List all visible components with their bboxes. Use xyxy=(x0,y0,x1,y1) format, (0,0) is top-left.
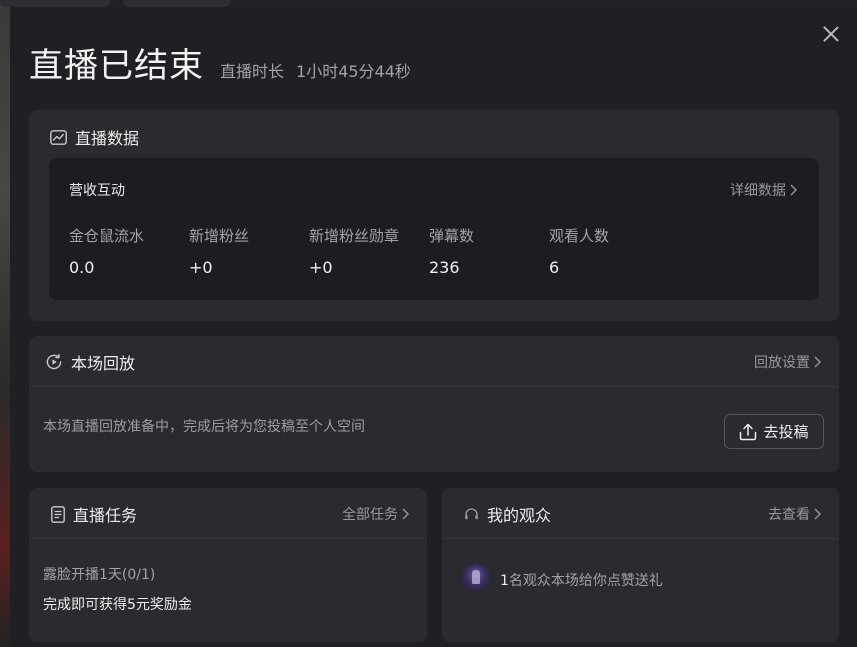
document-icon xyxy=(51,505,65,523)
stat-viewers: 观看人数 6 xyxy=(549,225,609,277)
live-ended-modal: 直播已结束 直播时长 1小时45分44秒 直播数据 营收互动 详细数据 金仓鼠流… xyxy=(10,8,857,647)
view-audience-link[interactable]: 去查看 xyxy=(768,504,821,524)
task-name: 露脸开播1天(0/1) xyxy=(43,567,156,583)
revenue-section-title: 营收互动 xyxy=(69,183,125,199)
replay-icon xyxy=(46,353,62,370)
stat-danmaku: 弹幕数 236 xyxy=(429,225,474,277)
live-data-card: 直播数据 营收互动 详细数据 金仓鼠流水 0.0 新增粉丝 +0 新增粉丝勋章 … xyxy=(29,110,839,321)
page-title: 直播已结束 xyxy=(29,46,204,86)
upload-button-label: 去投稿 xyxy=(763,423,809,441)
stat-value: 236 xyxy=(429,258,460,277)
audience-count: 1 xyxy=(500,573,509,589)
stat-label: 新增粉丝 xyxy=(189,227,250,245)
divider xyxy=(442,538,839,539)
stat-value: 6 xyxy=(549,258,560,277)
audience-title: 我的观众 xyxy=(464,502,551,526)
stat-value: 0.0 xyxy=(69,258,95,277)
stat-value: +0 xyxy=(309,258,333,277)
stat-value: +0 xyxy=(189,258,213,277)
replay-title: 本场回放 xyxy=(45,350,135,374)
chevron-right-icon xyxy=(402,508,409,520)
audience-summary-text: 名观众本场给你点赞送礼 xyxy=(508,573,663,589)
replay-settings-label: 回放设置 xyxy=(754,355,810,371)
detail-data-link[interactable]: 详细数据 xyxy=(730,180,797,200)
task-reward: 完成即可获得5元奖励金 xyxy=(43,597,192,613)
audience-card: 我的观众 去查看 1名观众本场给你点赞送礼 xyxy=(442,488,839,642)
modal-header: 直播已结束 直播时长 1小时45分44秒 xyxy=(29,38,411,87)
background-video-edge xyxy=(0,0,10,647)
revenue-panel: 营收互动 详细数据 金仓鼠流水 0.0 新增粉丝 +0 新增粉丝勋章 +0 弹幕… xyxy=(49,158,819,300)
upload-button[interactable]: 去投稿 xyxy=(724,414,824,449)
stat-label: 观看人数 xyxy=(549,227,610,245)
close-icon[interactable] xyxy=(820,23,842,45)
tasks-card: 直播任务 全部任务 露脸开播1天(0/1) 完成即可获得5元奖励金 xyxy=(29,488,427,642)
stat-label: 新增粉丝勋章 xyxy=(309,227,400,245)
chart-icon xyxy=(50,129,67,145)
audience-summary: 1名观众本场给你点赞送礼 xyxy=(500,570,663,590)
replay-settings-link[interactable]: 回放设置 xyxy=(754,352,821,372)
audience-title-text: 我的观众 xyxy=(487,506,552,525)
stat-new-fan-medals: 新增粉丝勋章 +0 xyxy=(309,225,399,277)
background-tab xyxy=(123,0,231,7)
detail-data-label: 详细数据 xyxy=(730,183,786,199)
live-data-title-text: 直播数据 xyxy=(75,129,140,148)
upload-icon xyxy=(740,423,757,440)
duration-label: 直播时长 xyxy=(220,62,285,81)
stat-new-fans: 新增粉丝 +0 xyxy=(189,225,249,277)
tasks-title: 直播任务 xyxy=(51,502,137,526)
background-tab xyxy=(0,0,110,7)
replay-card: 本场回放 回放设置 本场直播回放准备中，完成后将为您投稿至个人空间 去投稿 xyxy=(29,336,839,472)
replay-description: 本场直播回放准备中，完成后将为您投稿至个人空间 xyxy=(43,419,365,435)
chevron-right-icon xyxy=(814,356,821,368)
divider xyxy=(29,538,427,539)
stat-label: 金仓鼠流水 xyxy=(69,227,145,245)
chevron-right-icon xyxy=(814,508,821,520)
duration-value: 1小时45分44秒 xyxy=(296,62,411,81)
all-tasks-link[interactable]: 全部任务 xyxy=(342,504,409,524)
view-audience-label: 去查看 xyxy=(768,507,810,523)
live-data-title: 直播数据 xyxy=(50,125,139,149)
replay-title-text: 本场回放 xyxy=(71,354,136,373)
stat-revenue: 金仓鼠流水 0.0 xyxy=(69,225,144,277)
headset-icon xyxy=(465,508,478,520)
stat-label: 弹幕数 xyxy=(429,227,475,245)
divider xyxy=(29,386,839,387)
avatar[interactable] xyxy=(462,564,490,592)
chevron-right-icon xyxy=(790,184,797,196)
tasks-title-text: 直播任务 xyxy=(73,506,138,525)
all-tasks-label: 全部任务 xyxy=(342,507,398,523)
